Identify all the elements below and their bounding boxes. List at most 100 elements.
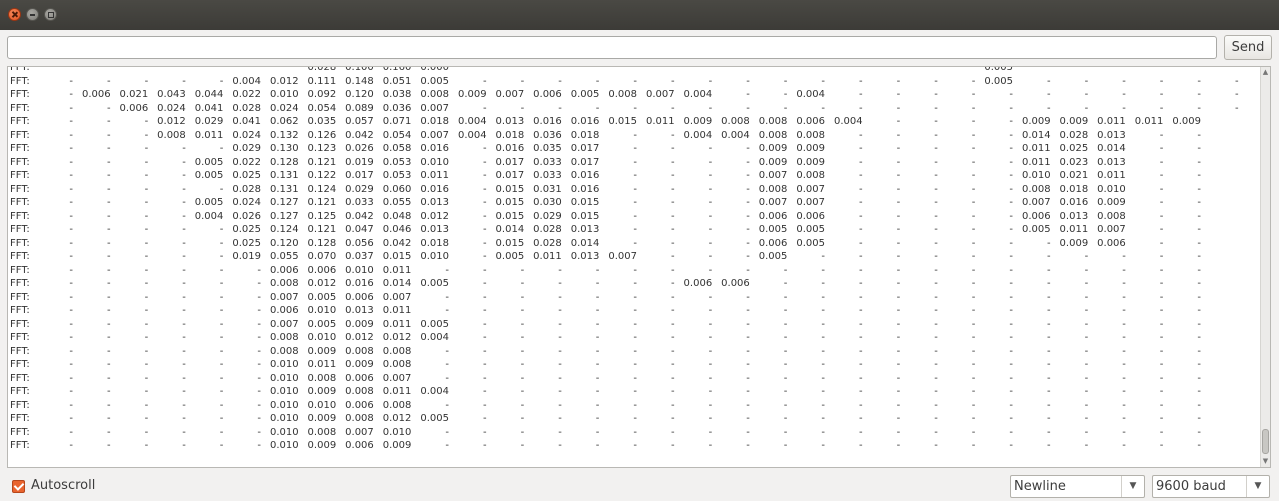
- line-value: -: [482, 440, 487, 451]
- line-value: -: [896, 359, 901, 370]
- output-line: FFT: - - - - - -0.010 0.009 0.008 0.012 0.005- - - - -…: [10, 413, 1250, 427]
- line-value: -: [1009, 318, 1013, 330]
- line-value: -: [821, 291, 825, 303]
- serial-input[interactable]: [7, 36, 1217, 59]
- line-value: -: [1046, 251, 1051, 262]
- line-value: -: [520, 345, 525, 357]
- line-value: -: [708, 345, 713, 357]
- line-value: 0.035: [307, 116, 337, 127]
- line-value: -: [558, 426, 562, 438]
- minimize-icon[interactable]: [26, 8, 39, 21]
- line-value: -: [896, 89, 901, 100]
- line-value: -: [445, 440, 449, 451]
- line-value: -: [144, 291, 149, 303]
- line-value: -: [182, 251, 186, 262]
- line-value: -: [1084, 305, 1089, 316]
- line-ending-select[interactable]: Newline ▼: [1010, 475, 1145, 498]
- line-value: -: [934, 197, 938, 208]
- line-value: -: [934, 143, 938, 154]
- line-value: -: [633, 129, 637, 141]
- line-value: -: [708, 413, 713, 424]
- output-line: FFT: - - - - -0.025 0.124 0.121 0.047 0.046 0.013-…: [10, 224, 1250, 238]
- scroll-down-icon[interactable]: ▼: [1262, 457, 1269, 466]
- send-button[interactable]: Send: [1224, 35, 1272, 60]
- line-value: -: [708, 75, 713, 87]
- output-line: FFT: - - - - -0.004 0.012 0.111 0.148 0.051 0.005-…: [10, 76, 1250, 90]
- line-value: -: [182, 386, 186, 397]
- line-prefix: FFT:: [10, 116, 30, 127]
- maximize-icon[interactable]: [44, 8, 57, 21]
- scroll-thumb[interactable]: [1262, 429, 1269, 454]
- baud-rate-value: 9600 baud: [1156, 479, 1226, 494]
- scroll-up-icon[interactable]: ▲: [1262, 68, 1269, 77]
- line-value: 0.024: [157, 102, 186, 114]
- line-value: 0.060: [382, 183, 412, 195]
- autoscroll-checkbox[interactable]: [12, 480, 25, 493]
- line-value: 0.148: [345, 75, 374, 87]
- line-value: -: [482, 359, 487, 370]
- line-value: -: [708, 183, 713, 195]
- line-value: -: [1046, 264, 1051, 276]
- line-value: -: [219, 345, 224, 357]
- line-value: 0.021: [119, 89, 149, 100]
- line-value: -: [1084, 278, 1089, 289]
- line-value: -: [708, 143, 713, 154]
- line-value: -: [783, 359, 788, 370]
- line-value: -: [746, 237, 750, 249]
- line-value: -: [746, 440, 750, 451]
- line-value: -: [1084, 386, 1089, 397]
- line-value: -: [106, 116, 111, 127]
- line-value: -: [821, 305, 825, 316]
- close-icon[interactable]: [8, 8, 21, 21]
- line-value: -: [971, 291, 976, 303]
- line-value: -: [558, 305, 562, 316]
- line-value: -: [1122, 75, 1126, 87]
- line-value: -: [746, 318, 750, 330]
- baud-rate-select[interactable]: 9600 baud ▼: [1152, 475, 1270, 498]
- line-value: -: [1122, 251, 1126, 262]
- line-value: -: [971, 143, 976, 154]
- line-value: -: [783, 278, 788, 289]
- line-value: 0.008: [796, 129, 825, 141]
- line-value: -: [1009, 170, 1013, 181]
- line-value: -: [971, 129, 976, 141]
- line-value: -: [144, 224, 149, 235]
- line-value: -: [821, 359, 825, 370]
- line-value: -: [69, 359, 73, 370]
- vertical-scrollbar[interactable]: ▲ ▼: [1260, 67, 1270, 467]
- line-value: 0.028: [232, 102, 261, 114]
- serial-output[interactable]: FFT: 0.028 0.100 0.160 0.000 0.005 FFT: - - - - -0.…: [7, 66, 1271, 468]
- output-line: FFT: - - - - -0.028 0.131 0.124 0.029 0.060 0.016-…: [10, 184, 1250, 198]
- output-line: FFT: - - - - - -0.008 0.012 0.016 0.014 0.005- - - - -…: [10, 278, 1250, 292]
- line-value: -: [257, 278, 261, 289]
- line-value: 0.028: [533, 224, 562, 235]
- line-value: -: [746, 305, 750, 316]
- line-value: -: [971, 264, 976, 276]
- line-value: 0.005: [420, 278, 449, 289]
- line-value: -: [595, 278, 600, 289]
- line-value: -: [858, 129, 863, 141]
- line-value: -: [896, 170, 901, 181]
- line-value: -: [708, 210, 713, 222]
- line-value: -: [182, 372, 186, 384]
- line-value: -: [1009, 345, 1013, 357]
- line-value: 0.005: [194, 156, 224, 168]
- line-value: 0.007: [269, 318, 299, 330]
- line-value: -: [708, 372, 713, 384]
- serial-monitor-window: Send FFT: 0.028 0.100 0.160 0.000 0.005 FFT: - -…: [0, 0, 1279, 501]
- line-value: 0.044: [194, 89, 224, 100]
- line-value: 0.037: [345, 251, 374, 262]
- line-value: -: [69, 102, 73, 114]
- line-value: 0.010: [1097, 183, 1126, 195]
- line-value: -: [858, 305, 863, 316]
- line-value: -: [182, 197, 186, 208]
- line-value: -: [821, 413, 825, 424]
- line-value: -: [144, 440, 149, 451]
- line-value: -: [558, 399, 562, 411]
- line-value: -: [633, 183, 637, 195]
- line-value: -: [1122, 426, 1126, 438]
- line-value: -: [896, 440, 901, 451]
- line-value: -: [257, 359, 261, 370]
- line-value: -: [1197, 183, 1201, 195]
- line-value: -: [783, 318, 788, 330]
